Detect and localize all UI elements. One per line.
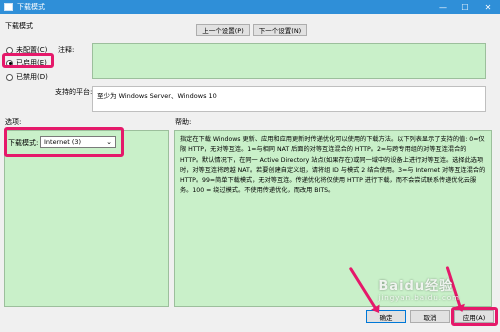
supported-platforms-field: 至少为 Windows Server、Windows 10 [92, 86, 486, 112]
previous-setting-button[interactable]: 上一个设置(P) [196, 24, 250, 36]
highlight-box-enabled [2, 53, 54, 68]
watermark-brand: Baidu经验 [378, 279, 454, 294]
next-setting-button[interactable]: 下一个设置(N) [253, 24, 307, 36]
supported-label: 支持的平台: [55, 88, 93, 96]
highlight-box-download-mode [4, 127, 124, 157]
radio-disabled[interactable]: 已禁用(D) [6, 72, 48, 82]
watermark-url: jingyan.baidu.com [378, 294, 460, 302]
minimize-button[interactable]: — [432, 0, 454, 14]
app-icon [4, 3, 13, 11]
cancel-button[interactable]: 取消 [410, 310, 450, 323]
maximize-button[interactable]: ☐ [454, 0, 476, 14]
comment-label: 注释: [58, 46, 75, 54]
baidu-watermark: Baidu经验 jingyan.baidu.com [378, 275, 460, 302]
help-label: 帮助: [175, 118, 192, 126]
close-button[interactable]: ✕ [476, 0, 500, 14]
window-titlebar: 下载模式 — ☐ ✕ [0, 0, 500, 14]
window-title: 下载模式 [17, 3, 45, 11]
setting-title: 下载模式 [5, 22, 33, 30]
options-label: 选项: [5, 118, 22, 126]
radio-label: 已禁用(D) [16, 73, 48, 81]
radio-circle[interactable] [6, 73, 13, 81]
comment-field[interactable] [92, 43, 486, 79]
